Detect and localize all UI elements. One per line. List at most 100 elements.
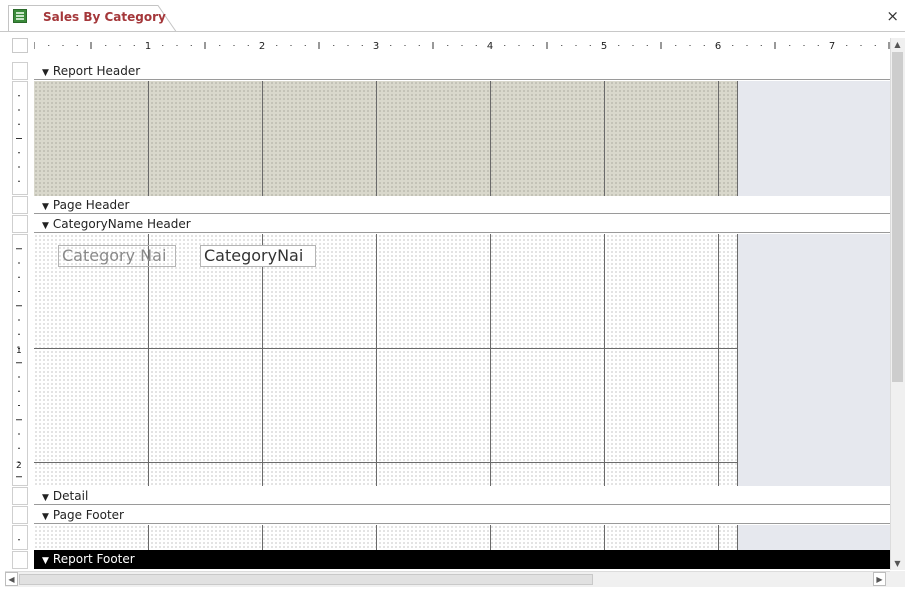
ruler-dot <box>589 45 591 46</box>
empty-area <box>738 234 890 486</box>
ruler-tick <box>18 447 20 449</box>
ruler-dot <box>646 45 648 46</box>
band-label: CategoryName Header <box>52 217 191 231</box>
ruler-tick <box>16 362 22 364</box>
ruler-dot <box>860 45 862 46</box>
down-arrow-icon: ▼ <box>42 493 49 503</box>
page-footer-section[interactable] <box>34 525 738 550</box>
ruler-dot <box>846 45 848 46</box>
ruler-number: 5 <box>601 41 607 52</box>
ruler-dot <box>518 45 520 46</box>
ruler-number: 3 <box>373 41 379 52</box>
tab-sales-by-category[interactable]: Sales By Category <box>8 5 178 32</box>
ruler-dot <box>105 45 107 46</box>
horizontal-scroll-thumb[interactable] <box>19 574 593 585</box>
scroll-up-icon[interactable]: ▲ <box>891 38 904 51</box>
ruler-tick <box>18 180 20 182</box>
ruler-number: 1 <box>145 41 151 52</box>
down-arrow-icon: ▼ <box>42 202 49 212</box>
report-icon <box>13 9 27 23</box>
ruler-tick <box>18 166 20 168</box>
ruler-dot <box>190 45 192 46</box>
ruler-dot <box>290 45 292 46</box>
band-report-footer[interactable]: ▼ Report Footer <box>34 550 890 569</box>
ruler-tick <box>18 433 20 435</box>
ruler-dot <box>76 45 78 46</box>
ruler-tick <box>18 319 20 321</box>
vertical-scrollbar[interactable]: ▲ ▼ <box>890 38 905 570</box>
ruler-dot <box>689 45 691 46</box>
ruler-tick <box>18 109 20 111</box>
scroll-right-icon[interactable]: ▶ <box>873 572 886 586</box>
ruler-number: 2 <box>259 41 265 52</box>
ruler-number: 2 <box>16 461 22 471</box>
vertical-scroll-thumb[interactable] <box>892 52 903 382</box>
ruler-dot <box>618 45 620 46</box>
ruler-tick <box>16 419 22 421</box>
ruler-dot <box>404 45 406 46</box>
ruler-dot <box>789 45 791 46</box>
ruler-dot <box>162 45 164 46</box>
band-label: Page Header <box>52 198 130 212</box>
ruler-number: 4 <box>487 41 493 52</box>
ruler-dot <box>817 45 819 46</box>
horizontal-ruler: 1 2 3 4 5 6 7 <box>34 38 890 53</box>
ruler-dot <box>48 45 50 46</box>
ruler-dot <box>119 45 121 46</box>
scroll-down-icon[interactable]: ▼ <box>891 557 904 570</box>
ruler-number: 6 <box>715 41 721 52</box>
report-header-section[interactable] <box>34 81 738 196</box>
band-page-header[interactable]: ▼ Page Header <box>34 196 890 214</box>
band-detail[interactable]: ▼ Detail <box>34 487 890 505</box>
band-report-header[interactable]: ▼ Report Header <box>34 62 890 80</box>
ruler-dot <box>632 45 634 46</box>
ruler-tick <box>18 123 20 125</box>
ruler-dot <box>732 45 734 46</box>
categoryname-header-section[interactable]: Category Nai CategoryNai <box>34 234 738 486</box>
band-page-footer[interactable]: ▼ Page Footer <box>34 506 890 524</box>
ruler-tick <box>18 405 20 406</box>
down-arrow-icon: ▼ <box>42 556 49 566</box>
ruler-dot <box>62 45 64 46</box>
ruler-dot <box>347 45 349 46</box>
ruler-dot <box>461 45 463 46</box>
ruler-dot <box>361 45 363 46</box>
band-label: Detail <box>52 489 89 503</box>
tab-title: Sales By Category <box>43 10 166 24</box>
ruler-dot <box>219 45 221 46</box>
ruler-dot <box>760 45 762 46</box>
band-label: Report Footer <box>52 552 135 566</box>
ruler-tick <box>16 305 22 307</box>
scroll-left-icon[interactable]: ◀ <box>5 572 18 586</box>
horizontal-scrollbar[interactable]: ◀ ▶ <box>5 571 890 587</box>
ruler-dot <box>247 45 249 46</box>
ruler-dot <box>561 45 563 46</box>
ruler-dot <box>447 45 449 46</box>
ruler-dot <box>874 45 876 46</box>
report-design-surface: 1234567 12 ▼ Report Header ▼ Page Header ▼… <box>0 32 905 590</box>
scrollbar-corner <box>890 571 905 587</box>
down-arrow-icon: ▼ <box>42 512 49 522</box>
ruler-tick <box>18 152 20 154</box>
ruler-tick <box>16 476 22 478</box>
category-name-label[interactable]: Category Nai <box>58 245 176 267</box>
ruler-tick <box>18 291 20 292</box>
ruler-tick <box>16 138 22 139</box>
ruler-tick <box>18 333 20 335</box>
ruler-dot <box>475 45 477 46</box>
ruler-tick <box>18 376 20 378</box>
ruler-tick <box>18 390 20 392</box>
close-icon[interactable]: × <box>886 7 899 25</box>
ruler-tick <box>18 95 20 97</box>
ruler-number: 1 <box>16 346 22 356</box>
ruler-dot <box>675 45 677 46</box>
ruler-dot <box>133 45 135 46</box>
ruler-tick <box>18 262 20 264</box>
ruler-tick <box>18 539 20 541</box>
band-label: Report Header <box>52 64 141 78</box>
down-arrow-icon: ▼ <box>42 221 49 231</box>
tab-strip: Sales By Category × <box>0 0 905 32</box>
band-categoryname-header[interactable]: ▼ CategoryName Header <box>34 215 890 233</box>
category-name-textbox[interactable]: CategoryNai <box>200 245 316 267</box>
empty-area <box>738 81 890 196</box>
